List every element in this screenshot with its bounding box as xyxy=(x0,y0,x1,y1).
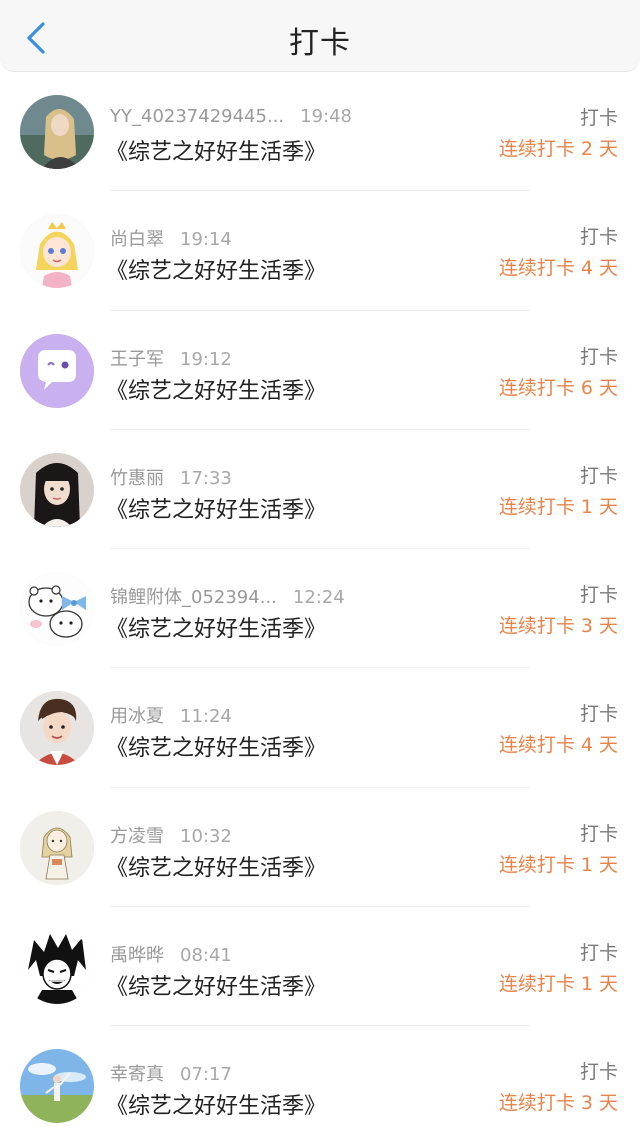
avatar-photo-field-sky[interactable] xyxy=(20,1049,94,1124)
username[interactable]: YY_40237429445... xyxy=(110,106,284,127)
checkin-label: 打卡 xyxy=(579,584,618,607)
streak-text: 连续打卡 4 天 xyxy=(498,734,618,757)
list-item[interactable]: 方凌雪 10:32 《综艺之好好生活季》 打卡 连续打卡 1 天 xyxy=(0,788,640,908)
checkin-list: YY_40237429445... 19:48 《综艺之好好生活季》 打卡 连续打… xyxy=(0,72,640,1146)
meta-line: 禹晔晔 08:41 xyxy=(110,941,232,967)
username[interactable]: 用冰夏 xyxy=(110,706,164,727)
avatar-photo-girl-dark-hair[interactable] xyxy=(20,452,94,527)
avatar-cartoon-princess[interactable] xyxy=(20,214,94,289)
streak-text: 连续打卡 1 天 xyxy=(498,973,618,996)
checkin-label: 打卡 xyxy=(579,345,618,368)
meta-line: 王子军 19:12 xyxy=(110,345,232,371)
timestamp: 17:33 xyxy=(180,467,232,489)
username[interactable]: 方凌雪 xyxy=(110,826,164,847)
username[interactable]: 竹惠丽 xyxy=(110,468,164,489)
book-title[interactable]: 《综艺之好好生活季》 xyxy=(106,730,326,762)
book-title[interactable]: 《综艺之好好生活季》 xyxy=(106,134,326,166)
streak-text: 连续打卡 1 天 xyxy=(498,495,618,518)
timestamp: 08:41 xyxy=(180,945,232,967)
checkin-label: 打卡 xyxy=(579,703,618,726)
username[interactable]: 王子军 xyxy=(110,349,164,370)
streak-text: 连续打卡 1 天 xyxy=(498,853,618,876)
timestamp: 12:24 xyxy=(292,587,345,609)
list-item[interactable]: 王子军 19:12 《综艺之好好生活季》 打卡 连续打卡 6 天 xyxy=(0,311,640,431)
checkin-label: 打卡 xyxy=(579,942,618,965)
page-title: 打卡 xyxy=(289,26,351,61)
avatar-photo-boy[interactable] xyxy=(20,691,94,766)
book-title[interactable]: 《综艺之好好生活季》 xyxy=(106,969,326,1001)
book-title[interactable]: 《综艺之好好生活季》 xyxy=(106,1088,326,1120)
meta-line: 幸寄真 07:17 xyxy=(110,1060,232,1086)
streak-text: 连续打卡 6 天 xyxy=(498,376,618,399)
book-title[interactable]: 《综艺之好好生活季》 xyxy=(106,492,326,524)
list-item[interactable]: 用冰夏 11:24 《综艺之好好生活季》 打卡 连续打卡 4 天 xyxy=(0,668,640,789)
checkin-label: 打卡 xyxy=(579,107,618,129)
meta-line: 用冰夏 11:24 xyxy=(110,702,232,728)
avatar-sketch-girl[interactable] xyxy=(20,810,94,885)
list-item[interactable]: 尚白翠 19:14 《综艺之好好生活季》 打卡 连续打卡 4 天 xyxy=(0,191,640,311)
checkin-label: 打卡 xyxy=(579,1061,618,1084)
checkin-label: 打卡 xyxy=(579,464,618,487)
meta-line: 尚白翠 19:14 xyxy=(110,225,232,251)
book-title[interactable]: 《综艺之好好生活季》 xyxy=(106,611,326,643)
list-item[interactable]: 禹晔晔 08:41 《综艺之好好生活季》 打卡 连续打卡 1 天 xyxy=(0,907,640,1027)
timestamp: 11:24 xyxy=(180,706,232,728)
streak-text: 连续打卡 3 天 xyxy=(498,1092,618,1115)
streak-text: 连续打卡 3 天 xyxy=(498,615,618,638)
checkin-label: 打卡 xyxy=(579,822,618,845)
timestamp: 19:12 xyxy=(180,348,232,370)
book-title[interactable]: 《综艺之好好生活季》 xyxy=(106,373,326,405)
meta-line: 竹惠丽 17:33 xyxy=(110,464,232,490)
timestamp: 07:17 xyxy=(180,1064,232,1086)
meta-line: 锦鲤附体_052394... 12:24 xyxy=(110,583,345,609)
streak-text: 连续打卡 4 天 xyxy=(498,257,618,280)
avatar-photo-girl-lake[interactable] xyxy=(20,95,94,169)
username[interactable]: 幸寄真 xyxy=(110,1064,164,1085)
book-title[interactable]: 《综艺之好好生活季》 xyxy=(106,253,326,285)
avatar-chat-bubble-purple[interactable] xyxy=(20,333,94,408)
list-item[interactable]: 锦鲤附体_052394... 12:24 《综艺之好好生活季》 打卡 连续打卡 3… xyxy=(0,549,640,669)
top-navigation-bar: 打卡 xyxy=(0,0,640,72)
avatar-cartoon-bears[interactable] xyxy=(20,572,94,647)
timestamp: 10:32 xyxy=(180,825,232,847)
username[interactable]: 锦鲤附体_052394... xyxy=(110,587,277,608)
meta-line: 方凌雪 10:32 xyxy=(110,822,232,848)
username[interactable]: 禹晔晔 xyxy=(110,945,164,966)
avatar-anime-bw[interactable] xyxy=(20,930,94,1005)
timestamp: 19:48 xyxy=(300,106,353,127)
checkin-label: 打卡 xyxy=(579,226,618,249)
list-item[interactable]: 竹惠丽 17:33 《综艺之好好生活季》 打卡 连续打卡 1 天 xyxy=(0,430,640,550)
book-title[interactable]: 《综艺之好好生活季》 xyxy=(106,850,326,882)
streak-text: 连续打卡 2 天 xyxy=(498,138,618,160)
list-item[interactable]: 幸寄真 07:17 《综艺之好好生活季》 打卡 连续打卡 3 天 xyxy=(0,1026,640,1145)
username[interactable]: 尚白翠 xyxy=(110,229,164,250)
timestamp: 19:14 xyxy=(180,229,232,251)
list-item[interactable]: YY_40237429445... 19:48 《综艺之好好生活季》 打卡 连续打… xyxy=(0,72,640,192)
meta-line: YY_40237429445... 19:48 xyxy=(110,106,352,127)
